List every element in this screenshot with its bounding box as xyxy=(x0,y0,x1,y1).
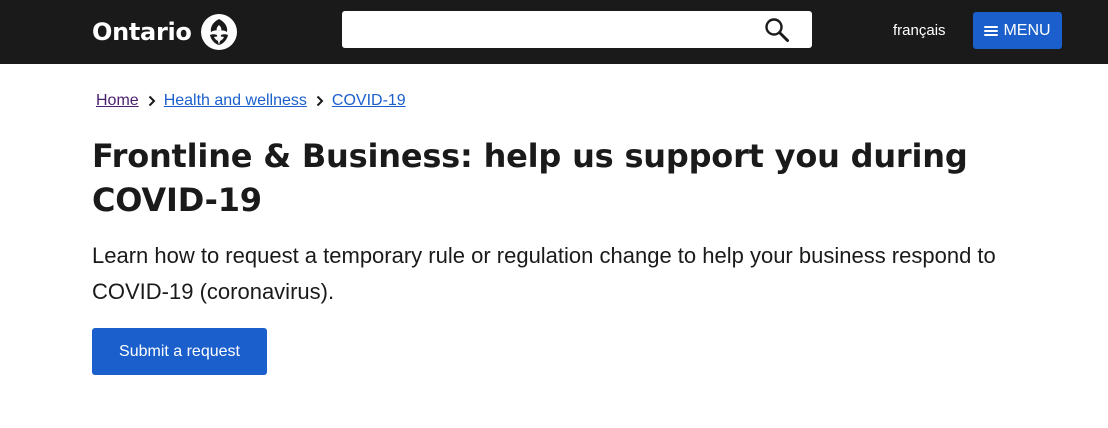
breadcrumb: Home Health and wellness COVID-19 xyxy=(96,90,406,112)
search-icon xyxy=(765,18,789,42)
chevron-right-icon xyxy=(148,95,156,107)
breadcrumb-health-and-wellness[interactable]: Health and wellness xyxy=(164,90,307,112)
chevron-right-icon xyxy=(316,95,324,107)
breadcrumb-covid-19[interactable]: COVID-19 xyxy=(332,90,406,112)
submit-request-button[interactable]: Submit a request xyxy=(92,328,267,375)
search-button[interactable] xyxy=(762,15,792,45)
language-toggle-link[interactable]: français xyxy=(893,21,946,41)
trillium-icon xyxy=(200,14,237,50)
search-bar xyxy=(342,11,812,48)
ontario-logo[interactable]: Ontario xyxy=(92,13,238,51)
breadcrumb-home[interactable]: Home xyxy=(96,90,139,112)
page-lead: Learn how to request a temporary rule or… xyxy=(92,243,996,304)
logo-text: Ontario xyxy=(92,18,192,46)
menu-label: MENU xyxy=(1003,21,1051,39)
menu-button[interactable]: MENU xyxy=(973,12,1062,49)
page-title: Frontline & Business: help us support yo… xyxy=(92,137,968,219)
search-input[interactable] xyxy=(342,11,742,48)
hamburger-icon xyxy=(984,25,999,37)
site-header: Ontario français MENU xyxy=(0,0,1108,64)
